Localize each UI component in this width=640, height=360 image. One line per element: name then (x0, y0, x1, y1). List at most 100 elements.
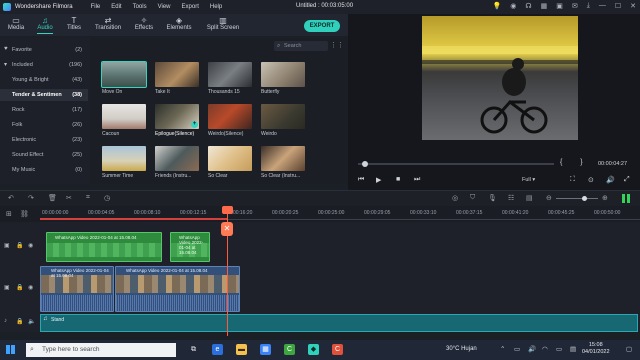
tab-elements[interactable]: ◈ Elements (165, 16, 193, 31)
cut-icon[interactable]: ✂ (66, 194, 72, 202)
sidebar-item-young-bright[interactable]: Young & Bright (43) (0, 74, 88, 86)
sidebar-item-tender-sentimental[interactable]: Tender & Sentimen (38) (0, 89, 88, 101)
zoom-handle[interactable] (582, 196, 587, 201)
language-icon[interactable]: ▤ (570, 345, 576, 353)
bulb-icon[interactable]: 💡 (493, 2, 502, 10)
close-icon[interactable]: ✕ (630, 2, 636, 10)
mark-in-out-icon[interactable]: { } (560, 159, 591, 166)
taskbar-clock[interactable]: 15:08 04/01/2022 (582, 342, 610, 356)
grid-icon[interactable]: ▦ (541, 2, 548, 10)
previous-frame-icon[interactable]: ⏮ (358, 176, 364, 184)
zoom-in-icon[interactable]: ⊕ (602, 194, 608, 202)
sidebar-item-included[interactable]: ▾ Included (196) (0, 59, 88, 71)
battery-icon[interactable]: ▭ (556, 345, 562, 353)
save-icon[interactable]: ▣ (556, 2, 563, 10)
thumb-so-clear-instrumental[interactable] (261, 146, 305, 171)
sidebar-item-rock[interactable]: Rock (17) (0, 104, 88, 116)
link-icon[interactable]: ⛓ (20, 210, 29, 218)
notification-icon[interactable]: ▢ (626, 345, 632, 353)
preview-scrubber[interactable] (358, 161, 554, 167)
camera-icon[interactable]: ⊙ (588, 176, 594, 184)
next-frame-icon[interactable]: ⏭ (414, 176, 420, 184)
lock-icon[interactable]: 🔒 (16, 242, 23, 249)
playhead-handle[interactable] (222, 206, 233, 214)
tab-transition[interactable]: ⇄ Transition (94, 16, 122, 31)
volume-icon[interactable]: 🔊 (606, 176, 615, 184)
menu-file[interactable]: File (91, 4, 101, 10)
timeline-ruler[interactable]: ⊞ ⛓ 00:00:00:00 00:00:04:05 00:00:08:10 … (0, 206, 640, 222)
minimize-icon[interactable]: — (599, 2, 606, 10)
headset-icon[interactable]: ☊ (525, 2, 531, 10)
camtasia-icon[interactable]: C (284, 344, 295, 355)
sidebar-item-folk[interactable]: Folk (26) (0, 119, 88, 131)
thumb-butterfly[interactable] (261, 62, 305, 87)
stop-icon[interactable]: ■ (396, 176, 400, 183)
grid-view-icon[interactable]: ⋮⋮ (330, 41, 344, 49)
split-icon[interactable]: ✕ (221, 222, 233, 236)
tab-split-screen[interactable]: ▥ Split Screen (205, 16, 241, 31)
thumb-weirdo[interactable] (261, 104, 305, 129)
speaker-icon[interactable]: 🔈 (28, 318, 35, 325)
video-clip[interactable]: WhatsApp Video 2022-01-04 at 15.08.04 (40, 266, 114, 312)
video-clip[interactable]: WhatsApp Video 2022-01-04 at 15.08.04 (115, 266, 240, 312)
thumb-weirdo-silence[interactable] (208, 104, 252, 129)
account-icon[interactable]: ◉ (510, 2, 516, 10)
video-clip[interactable]: WhatsApp Video 2022-01-04 at 15.08.04 (46, 232, 162, 262)
undo-icon[interactable]: ↶ (8, 194, 14, 202)
menu-help[interactable]: Help (210, 4, 222, 10)
subtitle-icon[interactable]: ▤ (526, 194, 533, 202)
tab-titles[interactable]: T Titles (60, 16, 88, 31)
menu-view[interactable]: View (158, 4, 171, 10)
volume-icon[interactable]: 🔊 (528, 345, 536, 353)
sidebar-item-favorite[interactable]: ♥ Favorite (2) (0, 44, 88, 56)
shield-icon[interactable]: ⛉ (470, 194, 475, 202)
quality-select[interactable]: Full ▾ (522, 176, 562, 185)
search-input[interactable]: ⌕ Search (274, 41, 328, 51)
file-explorer-icon[interactable]: ▬ (236, 344, 247, 355)
redo-icon[interactable]: ↷ (28, 194, 34, 202)
tab-media[interactable]: ▭ Media (2, 16, 30, 31)
eye-icon[interactable]: ◉ (28, 242, 33, 249)
export-button[interactable]: EXPORT (304, 20, 340, 32)
crop-icon[interactable]: ⌗ (86, 194, 90, 202)
store-icon[interactable]: ▦ (260, 344, 271, 355)
mixer-icon[interactable]: ☷ (508, 194, 514, 202)
thumb-take-it[interactable] (155, 62, 199, 87)
menu-tools[interactable]: Tools (133, 4, 147, 10)
edge-browser-icon[interactable]: e (212, 344, 223, 355)
maximize-icon[interactable]: ☐ (615, 2, 621, 10)
sidebar-item-electronic[interactable]: Electronic (23) (0, 134, 88, 146)
add-icon[interactable]: + (191, 121, 198, 128)
delete-icon[interactable]: 🗑 (48, 194, 57, 202)
task-view-icon[interactable]: ⧉ (188, 344, 199, 355)
speed-icon[interactable]: ◷ (104, 194, 110, 202)
thumb-epilogue-silence[interactable]: + (155, 104, 199, 129)
wifi-icon[interactable]: ◠ (542, 345, 548, 353)
expand-icon[interactable]: ⤢ (624, 176, 630, 184)
network-icon[interactable]: ▭ (514, 345, 520, 353)
filmora-taskbar-icon[interactable]: ◆ (308, 344, 319, 355)
tab-effects[interactable]: ✧ Effects (130, 16, 158, 31)
download-icon[interactable]: ⤓ (587, 2, 590, 10)
weather-status[interactable]: 30°C Hujan (446, 346, 477, 352)
thumb-friends-instrumental[interactable] (155, 146, 199, 171)
app-icon[interactable]: C (332, 344, 343, 355)
sidebar-item-my-music[interactable]: My Music (0) (0, 164, 88, 176)
fullscreen-icon[interactable]: ⛶ (570, 176, 575, 184)
thumb-move-on[interactable] (101, 61, 147, 88)
add-track-icon[interactable]: ⊞ (6, 210, 12, 218)
windows-start-icon[interactable] (6, 345, 15, 354)
scrubber-handle[interactable] (362, 161, 368, 167)
mail-icon[interactable]: ✉ (572, 2, 578, 10)
taskbar-search-input[interactable]: ⌕ Type here to search (26, 343, 176, 357)
thumb-summer-time[interactable] (102, 146, 146, 171)
pause-icon[interactable] (622, 194, 630, 203)
thumb-so-clear[interactable] (208, 146, 252, 171)
zoom-out-icon[interactable]: ⊖ (546, 194, 552, 202)
chevron-up-icon[interactable]: ⌃ (500, 345, 505, 353)
zoom-slider[interactable] (556, 196, 598, 201)
sidebar-item-sound-effect[interactable]: Sound Effect (25) (0, 149, 88, 161)
play-icon[interactable]: ▶ (376, 176, 381, 184)
render-icon[interactable]: ◎ (452, 194, 458, 202)
microphone-icon[interactable]: 🎙 (488, 194, 497, 202)
